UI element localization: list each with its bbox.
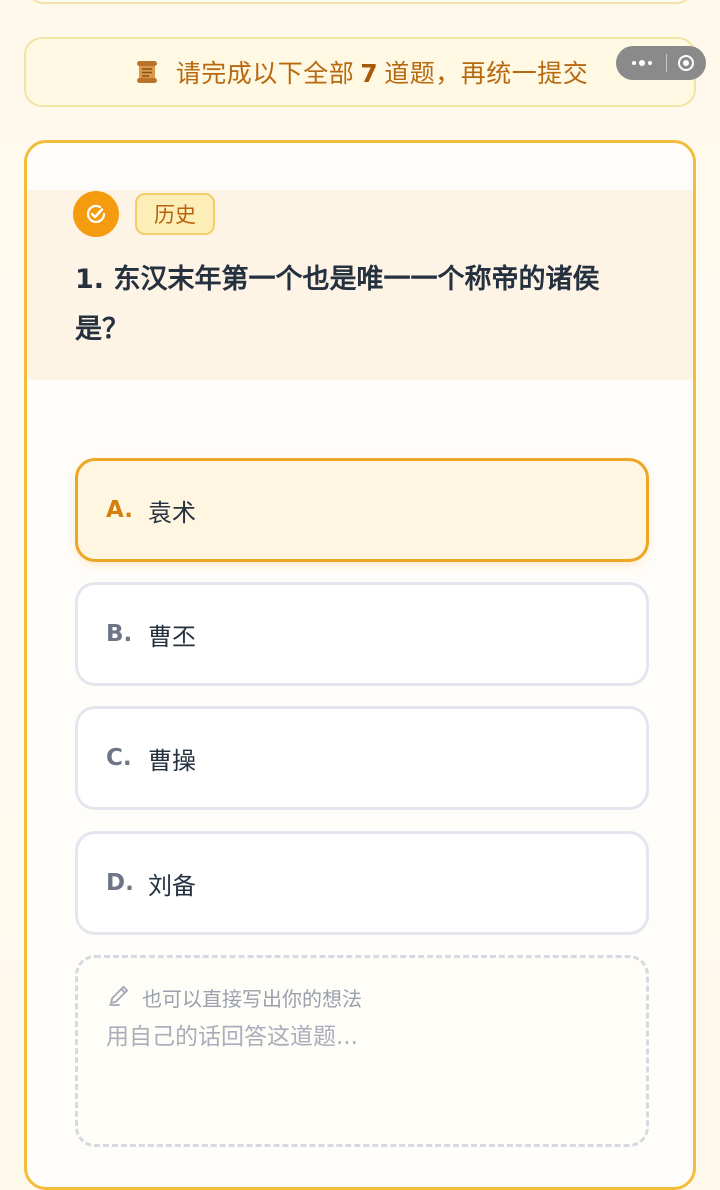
notice-prefix: 请完成以下全部 xyxy=(175,59,355,88)
notice-banner: 请完成以下全部 7 道题，再统一提交 xyxy=(24,37,696,107)
category-tag: 历史 xyxy=(135,193,215,235)
option-letter: C. xyxy=(106,745,132,771)
option-letter: B. xyxy=(106,621,133,647)
option-c[interactable]: C. 曹操 xyxy=(75,706,649,810)
free-answer-label: 也可以直接写出你的想法 xyxy=(142,986,362,1011)
option-text: 刘备 xyxy=(148,871,196,900)
target-icon[interactable] xyxy=(673,46,698,80)
question-title: 1. 东汉末年第一个也是唯一一个称帝的诸侯是？ xyxy=(75,264,600,345)
notice-suffix: 道题，再统一提交 xyxy=(384,59,589,88)
scroll-icon xyxy=(132,57,162,87)
miniprogram-capsule xyxy=(616,46,706,80)
free-answer-hint: 也可以直接写出你的想法 xyxy=(106,982,362,1012)
option-letter: A. xyxy=(106,497,133,523)
question-count: 7 xyxy=(360,59,379,88)
notice-text: 请完成以下全部 7 道题，再统一提交 xyxy=(176,54,588,90)
previous-card xyxy=(26,0,694,4)
free-answer-box[interactable]: 也可以直接写出你的想法 xyxy=(75,955,649,1147)
option-a[interactable]: A. 袁术 xyxy=(75,458,649,562)
capsule-divider xyxy=(666,54,668,72)
check-circle-icon xyxy=(73,191,119,237)
option-d[interactable]: D. 刘备 xyxy=(75,831,649,935)
option-b[interactable]: B. 曹丕 xyxy=(75,582,649,686)
more-dots-icon[interactable] xyxy=(624,46,660,80)
option-text: 袁术 xyxy=(148,498,196,527)
option-text: 曹丕 xyxy=(148,622,196,651)
pencil-icon xyxy=(106,982,132,1012)
option-letter: D. xyxy=(106,870,134,896)
option-text: 曹操 xyxy=(148,746,196,775)
free-answer-input[interactable] xyxy=(106,1024,616,1050)
question-card: 历史 1. 东汉末年第一个也是唯一一个称帝的诸侯是？ A. 袁术 B. 曹丕 C… xyxy=(24,140,696,1190)
